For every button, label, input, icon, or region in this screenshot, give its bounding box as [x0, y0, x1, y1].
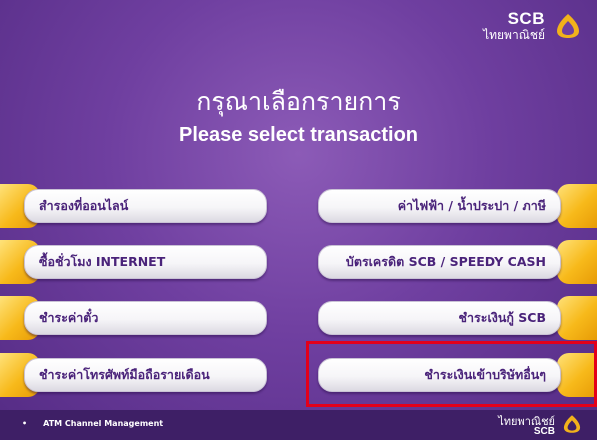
footer-scb-lotus-icon — [561, 413, 583, 439]
option-pay-ticket-button[interactable]: ชำระค่าตั๋ว — [24, 301, 267, 335]
footer-caption: • ATM Channel Management — [22, 419, 163, 428]
page-title-thai: กรุณาเลือกรายการ — [196, 87, 401, 116]
option-utilities-tax-button[interactable]: ค่าไฟฟ้า / น้ำประปา / ภาษี — [318, 189, 561, 223]
page-title-english: Please select transaction — [178, 124, 418, 146]
footer-brand-text: ไทยพาณิชย์ SCB — [498, 416, 555, 437]
screen-key-right-2[interactable] — [557, 240, 597, 284]
atm-screen: SCB ไทยพาณิชย์ กรุณาเลือกรายการ Please s… — [0, 0, 597, 440]
option-pay-scb-loan-button[interactable]: ชำระเงินกู้ SCB — [318, 301, 561, 335]
screen-key-right-1[interactable] — [557, 184, 597, 228]
brand-header: SCB ไทยพาณิชย์ — [483, 10, 583, 41]
footer-bar: • ATM Channel Management ไทยพาณิชย์ SCB — [0, 410, 597, 440]
footer-bullet: • — [22, 419, 28, 428]
right-margin — [597, 0, 605, 440]
option-pay-mobile-bill-button[interactable]: ชำระค่าโทรศัพท์มือถือรายเดือน — [24, 358, 267, 392]
brand-name: SCB — [507, 9, 545, 28]
brand-thai-name: ไทยพาณิชย์ — [483, 28, 545, 42]
brand-text: SCB ไทยพาณิชย์ — [483, 10, 545, 41]
footer-brand: ไทยพาณิชย์ SCB — [498, 413, 583, 439]
scb-lotus-icon — [553, 11, 583, 41]
selection-highlight — [306, 341, 597, 407]
option-credit-card-speedy-cash-button[interactable]: บัตรเครดิต SCB / SPEEDY CASH — [318, 245, 561, 279]
screen-key-right-3[interactable] — [557, 296, 597, 340]
option-online-reservation-button[interactable]: สำรองที่ออนไลน์ — [24, 189, 267, 223]
footer-text: ATM Channel Management — [43, 419, 164, 428]
option-buy-internet-hours-button[interactable]: ซื้อชั่วโมง INTERNET — [24, 245, 267, 279]
footer-brand-scb: SCB — [533, 425, 555, 437]
footer-brand-thai: ไทยพาณิชย์ — [498, 414, 555, 428]
